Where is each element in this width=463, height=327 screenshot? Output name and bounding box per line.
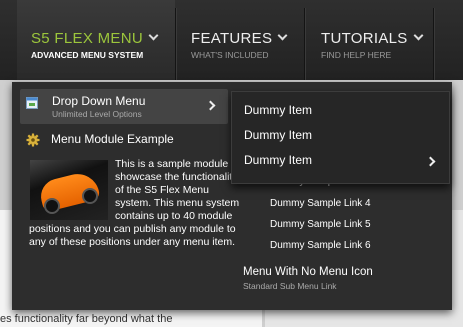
flyout-submenu: Dummy Item Dummy Item Dummy Item — [231, 91, 450, 184]
nav-item-title: FEATURES — [191, 30, 273, 47]
nav-item-features[interactable]: FEATURES WHAT'S INCLUDED — [176, 0, 304, 80]
nav-item-tutorials[interactable]: TUTORIALS FIND HELP HERE — [305, 0, 433, 80]
nav-item-subtitle: FIND HELP HERE — [321, 50, 392, 60]
chevron-down-icon — [277, 30, 288, 41]
chevron-right-icon — [425, 156, 436, 167]
module-description-wrapper: This is a sample module to showcase the … — [29, 158, 243, 249]
gear-icon — [26, 133, 40, 147]
nav-item-subtitle: WHAT'S INCLUDED — [191, 50, 269, 60]
nav-divider — [433, 8, 434, 80]
menu-item-label: Menu Module Example — [51, 132, 174, 146]
window-icon — [26, 97, 38, 109]
nav-item-title: TUTORIALS — [321, 30, 408, 47]
flyout-dummy-item-2[interactable]: Dummy Item — [244, 128, 312, 142]
chevron-right-icon — [205, 100, 216, 111]
chevron-down-icon — [413, 30, 424, 41]
page-body-text: es functionality far beyond what the — [0, 313, 173, 325]
nav-item-title: S5 FLEX MENU — [31, 30, 143, 47]
menu-item-sublabel: Unlimited Level Options — [52, 109, 142, 119]
menu-item-menu-module-example[interactable]: Menu Module Example — [20, 127, 228, 153]
nav-item-s5-flex-menu[interactable]: S5 FLEX MENU ADVANCED MENU SYSTEM — [17, 0, 175, 80]
main-navbar: S5 FLEX MENU ADVANCED MENU SYSTEM FEATUR… — [0, 0, 463, 80]
menu-item-drop-down-menu[interactable]: Drop Down Menu Unlimited Level Options — [20, 89, 228, 124]
flyout-dummy-item-1[interactable]: Dummy Item — [244, 103, 312, 117]
menu-item-no-menu-icon[interactable]: Menu With No Menu Icon — [243, 266, 373, 278]
chevron-down-icon — [148, 30, 159, 41]
menu-item-sublabel: Standard Sub Menu Link — [243, 281, 337, 291]
dummy-sample-link-6[interactable]: Dummy Sample Link 6 — [270, 240, 371, 251]
flyout-dummy-item-3[interactable]: Dummy Item — [244, 153, 312, 167]
dummy-sample-link-4[interactable]: Dummy Sample Link 4 — [270, 198, 371, 209]
menu-item-label: Drop Down Menu — [52, 94, 146, 108]
nav-item-subtitle: ADVANCED MENU SYSTEM — [31, 50, 144, 60]
dummy-sample-link-5[interactable]: Dummy Sample Link 5 — [270, 219, 371, 230]
